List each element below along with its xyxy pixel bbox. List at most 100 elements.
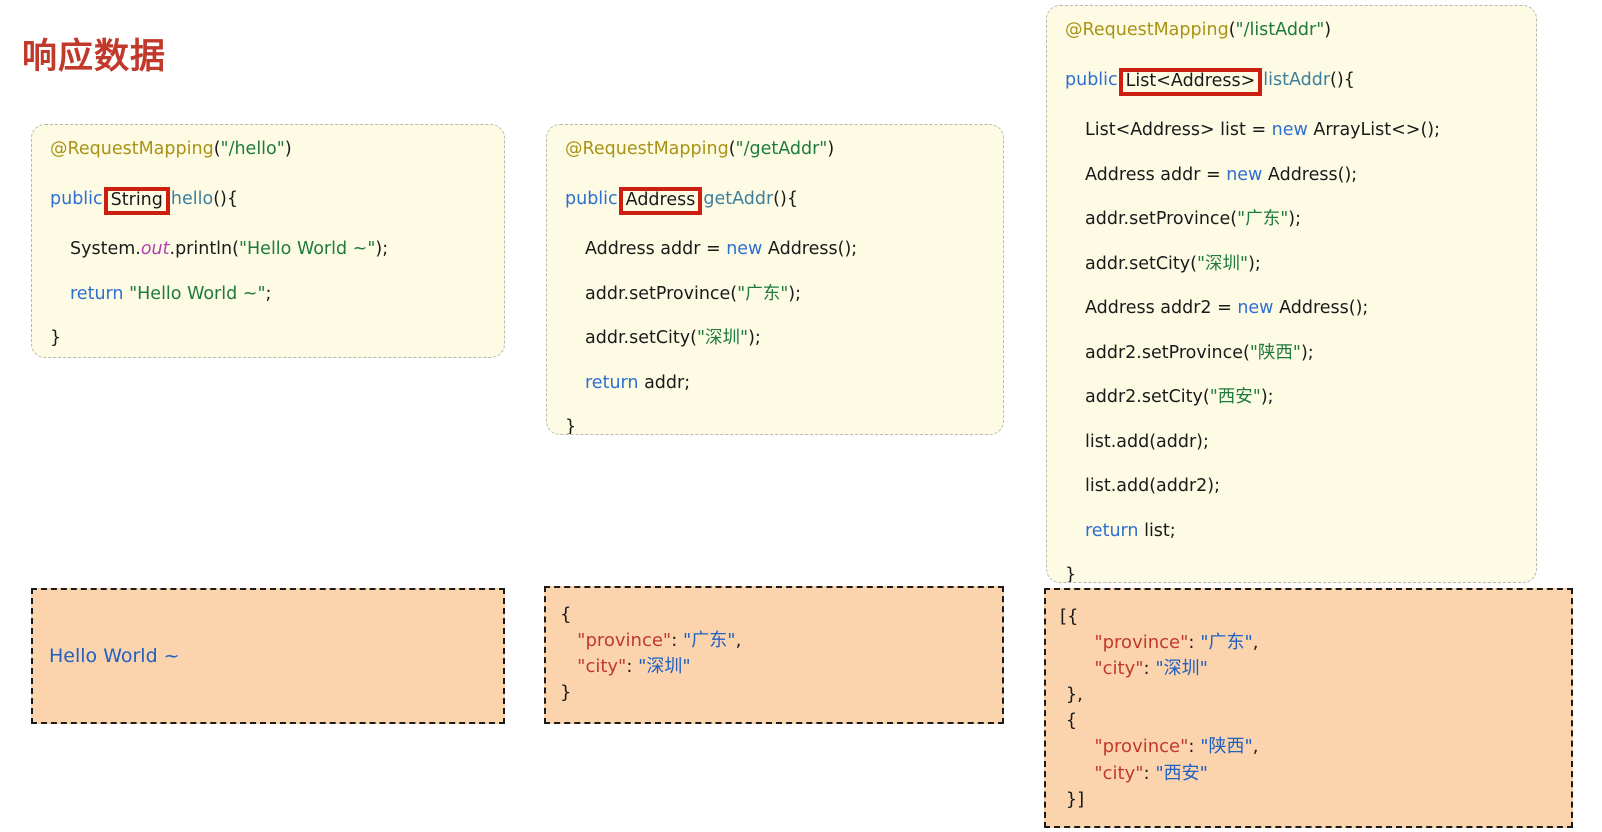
code-line-body: Address addr = new Address(); [1065,167,1518,185]
json-sep: : [1188,736,1200,757]
return-type-highlight: String [104,187,170,216]
json-bracket: }] [1060,789,1084,810]
code-line-body: List<Address> list = new ArrayList<>(); [1065,122,1518,140]
modifier-token: public [50,189,103,209]
signature-tail: (){ [1330,70,1355,90]
output-line: "province": "广东", [560,628,1002,654]
out-field: out [141,239,170,259]
line-post: Address(); [762,239,857,259]
line-post: ); [788,284,801,304]
line-pre: list.add(addr); [1085,432,1209,452]
code-card-hello: @RequestMapping("/hello") publicStringhe… [31,124,505,358]
return-keyword: return [585,373,639,393]
code-line-body: list.add(addr); [1065,434,1518,452]
line-pre: addr2.setCity( [1085,387,1210,407]
line-string: "深圳" [1197,254,1248,274]
line-post: ); [748,328,761,348]
code-line-body: list.add(addr2); [1065,478,1518,496]
page-title: 响应数据 [22,40,166,75]
new-keyword: new [726,239,762,259]
paren-close: ) [827,139,834,159]
code-line-return: return "Hello World ~"; [50,286,486,304]
output-line: "province": "陕西", [1060,734,1571,760]
json-sep: : [1144,763,1156,784]
line-post: ArrayList<>(); [1308,120,1440,140]
json-tail: , [1253,632,1259,653]
line-string: "广东" [737,284,788,304]
annotation-token: @RequestMapping [565,139,729,159]
println-string: "Hello World ~" [239,239,375,259]
output-line: }] [1060,787,1571,813]
output-text: Hello World ~ [49,643,503,671]
json-bracket: [{ [1060,606,1078,627]
code-line-closing-brace: } [50,330,486,348]
json-value: "广东" [683,630,736,651]
output-card-hello: Hello World ~ [31,588,505,724]
code-line-closing-brace: } [565,419,985,435]
output-line: [{ [1060,604,1571,630]
output-line: { [560,602,1002,628]
json-sep: : [1188,632,1200,653]
modifier-token: public [1065,70,1118,90]
line-string: "西安" [1210,387,1261,407]
code-line-println: System.out.println("Hello World ~"); [50,241,486,259]
return-keyword: return [70,284,124,304]
method-name: listAddr [1263,70,1330,90]
code-line-body: addr2.setProvince("陕西"); [1065,345,1518,363]
code-line-body: addr.setProvince("广东"); [1065,211,1518,229]
code-line-body: addr2.setCity("西安"); [1065,389,1518,407]
json-value: "深圳" [1155,658,1208,679]
code-line-closing-brace: } [1065,567,1518,583]
code-line-body: addr.setCity("深圳"); [565,330,985,348]
line-pre: list.add(addr2); [1085,476,1220,496]
output-body: { "province": "广东", "city": "深圳" } [546,588,1002,706]
line-post: Address(); [1262,165,1357,185]
json-tail: , [1253,736,1259,757]
indent [560,656,577,677]
line-pre: addr.setProvince( [585,284,737,304]
new-keyword: new [1272,120,1308,140]
paren-open: ( [729,139,736,159]
json-brace: { [560,604,571,625]
output-body: [{ "province": "广东", "city": "深圳" }, { "… [1046,590,1571,813]
line-pre: Address addr = [585,239,726,259]
output-line: "city": "西安" [1060,761,1571,787]
line-pre: addr2.setProvince( [1085,343,1250,363]
line-post: ); [1261,387,1274,407]
json-sep: : [1144,658,1156,679]
code-card-getaddr: @RequestMapping("/getAddr") publicAddres… [546,124,1004,435]
indent [1060,736,1094,757]
json-key: "city" [1094,658,1143,679]
code-line-signature: publicList<Address>listAddr(){ [1065,67,1518,96]
method-name: hello [171,189,213,209]
indent [1060,658,1094,679]
code-line-body: addr.setCity("深圳"); [1065,256,1518,274]
signature-tail: (){ [213,189,238,209]
line-string: "广东" [1237,209,1288,229]
method-name: getAddr [703,189,773,209]
paren-open: ( [214,139,221,159]
code-line-signature: publicStringhello(){ [50,186,486,215]
code-line-return: return list; [1065,523,1518,541]
json-key: "province" [1094,736,1188,757]
signature-tail: (){ [773,189,798,209]
code-card-listaddr: @RequestMapping("/listAddr") publicList<… [1046,5,1537,583]
code-line-annotation: @RequestMapping("/hello") [50,141,486,159]
return-type-highlight: List<Address> [1119,68,1263,97]
json-brace: }, [1060,684,1083,705]
mapping-path: "/getAddr" [736,139,828,159]
code-line-body: Address addr2 = new Address(); [1065,300,1518,318]
line-pre: addr.setCity( [1085,254,1197,274]
code-line-annotation: @RequestMapping("/listAddr") [1065,22,1518,40]
json-value: "深圳" [638,656,691,677]
return-type-highlight: Address [619,187,703,216]
code-line-return: return addr; [565,375,985,393]
output-card-listaddr: [{ "province": "广东", "city": "深圳" }, { "… [1044,588,1573,828]
json-value: "广东" [1200,632,1253,653]
output-card-getaddr: { "province": "广东", "city": "深圳" } [544,586,1004,724]
line-post: addr; [639,373,691,393]
json-brace: } [560,682,571,703]
return-suffix: ; [266,284,272,304]
json-key: "province" [577,630,671,651]
output-line: }, [1060,682,1571,708]
